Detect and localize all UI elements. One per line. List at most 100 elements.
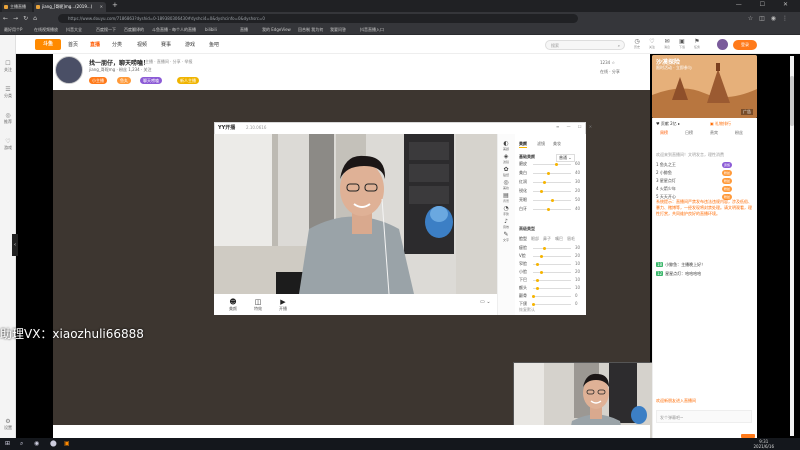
rank-tab[interactable]: 日榜 xyxy=(685,130,693,136)
slider-thumb[interactable] xyxy=(535,287,539,290)
slider-thumb[interactable] xyxy=(554,163,558,166)
beauty-slider[interactable] xyxy=(533,163,571,166)
gift-rank-link[interactable]: ▣ 礼物排行 xyxy=(710,121,731,127)
panel-tab[interactable]: 美妆 xyxy=(553,141,561,147)
room-tag-chip[interactable]: 聊天唠嗑 xyxy=(140,77,162,84)
beauty-slider[interactable] xyxy=(533,181,571,184)
slider-thumb[interactable] xyxy=(539,190,543,193)
room-tag-chip[interactable]: 小主播 xyxy=(89,77,107,84)
rail-item[interactable]: ◎ 推荐 xyxy=(0,112,16,125)
search-icon[interactable]: ⌕ xyxy=(20,438,23,450)
taskbar-clock[interactable]: 9:31 2021/6/16 xyxy=(753,438,774,449)
slider-thumb[interactable] xyxy=(535,279,539,282)
extension-icons[interactable]: ☆◫◉⋮ xyxy=(748,12,794,25)
nav-item[interactable]: 分类 xyxy=(112,41,122,48)
bookmark-item[interactable]: 我要问答 xyxy=(330,25,346,35)
recorder-side-item[interactable]: ✿ 贴纸 xyxy=(497,166,515,177)
panel-tab[interactable]: 滤镜 xyxy=(537,141,545,147)
forward-icon[interactable]: → xyxy=(13,15,23,22)
room-tag-chip[interactable]: 新人主播 xyxy=(177,77,199,84)
bitrate-toggle[interactable]: ▭ ⌄ xyxy=(480,299,491,305)
app-icon[interactable]: ⬤ xyxy=(50,438,57,450)
browser-icon[interactable]: ◉ xyxy=(34,438,39,450)
rank-row[interactable]: 3 星星点灯 xyxy=(656,178,676,184)
search-input[interactable]: 搜索 ⌕ xyxy=(545,40,625,50)
rank-tab[interactable]: 周榜 xyxy=(660,130,668,136)
shape-slider[interactable] xyxy=(533,287,571,290)
panel2-tab[interactable]: 鼻子 xyxy=(543,236,551,242)
room-tag-chip[interactable]: 鱼丸 xyxy=(117,77,131,84)
header-icon-0[interactable]: ◷ 历史 xyxy=(630,38,644,49)
bookmark-item[interactable]: 在线视频播放 xyxy=(34,25,58,35)
panel2-tab[interactable]: 眼部 xyxy=(531,236,539,242)
beauty-slider[interactable] xyxy=(533,190,571,193)
back-icon[interactable]: ← xyxy=(3,15,13,22)
shape-slider[interactable] xyxy=(533,271,571,274)
recorder-side-item[interactable]: ♪ 音效 xyxy=(497,218,515,229)
recorder-side-item[interactable]: ◐ 美颜 xyxy=(497,140,515,151)
nav-item[interactable]: 鱼吧 xyxy=(209,41,219,48)
beauty-slider[interactable] xyxy=(533,172,571,175)
close-tab-icon[interactable]: ✕ xyxy=(100,2,103,12)
header-icon-4[interactable]: ⚑ 任务 xyxy=(690,38,704,49)
slider-thumb[interactable] xyxy=(532,303,535,306)
header-icon-3[interactable]: ▣ 下载 xyxy=(675,38,689,49)
anchor-avatar[interactable] xyxy=(55,56,83,84)
preset-select[interactable]: 普通 ⌄ xyxy=(556,154,575,162)
chat-message[interactable]: 18 小鲸鱼：主播晚上好！ xyxy=(656,262,705,268)
site-logo[interactable]: 斗鱼 xyxy=(35,39,61,50)
bookmark-item[interactable]: bilibili xyxy=(205,25,217,35)
nav-item[interactable]: 视频 xyxy=(137,41,147,48)
bookmark-item[interactable]: 我的 EdgeView xyxy=(262,25,291,35)
ad-banner[interactable]: 沙漠探险 限时活动 · 立即参与 广告 xyxy=(652,55,757,118)
bookmark-item[interactable]: 最好用个P xyxy=(4,25,22,35)
bookmark-item[interactable]: 直播 xyxy=(240,25,248,35)
recorder-button-2[interactable]: ▶ 开播 xyxy=(272,298,294,312)
shape-slider[interactable] xyxy=(533,279,571,282)
rail-item[interactable]: ⚙ 设置 xyxy=(0,418,16,431)
rail-item[interactable]: ☐ 关注 xyxy=(0,60,16,73)
folder-icon[interactable]: ▣ xyxy=(64,438,70,450)
user-avatar[interactable] xyxy=(717,39,728,50)
header-icon-2[interactable]: ✉ 消息 xyxy=(660,38,674,49)
shape-slider[interactable] xyxy=(532,295,571,298)
rank-tab[interactable]: 贵宾 xyxy=(710,130,718,136)
bookmark-item[interactable]: 百度搜一下 xyxy=(96,25,116,35)
panel2-tab[interactable]: 眉毛 xyxy=(567,236,575,242)
chat-message[interactable]: 12 星星点灯：哈哈哈哈 xyxy=(656,271,701,277)
bookmark-item[interactable]: 回合制 我为何 xyxy=(298,25,323,35)
home-icon[interactable]: ⌂ xyxy=(33,15,42,22)
rank-row[interactable]: 1 鱼丸之王 xyxy=(656,162,676,168)
bookmark-item[interactable]: 斗鱼直播 - 每个人的直播 xyxy=(152,25,196,35)
panel2-tab[interactable]: 脸型 xyxy=(519,236,527,242)
shape-slider[interactable] xyxy=(533,263,571,266)
reset-button[interactable]: 恢复默认 xyxy=(519,307,535,313)
search-icon[interactable]: ⌕ xyxy=(618,41,620,50)
rank-row[interactable]: 4 火箭少年 xyxy=(656,186,676,192)
reload-icon[interactable]: ↻ xyxy=(23,15,33,22)
nav-item[interactable]: 直播 xyxy=(90,41,100,48)
slider-thumb[interactable] xyxy=(539,255,543,258)
recorder-side-item[interactable]: ✎ 文字 xyxy=(497,231,515,242)
bookmark-item[interactable]: 抖音直播入口 xyxy=(360,25,384,35)
recorder-window-controls[interactable]: ≡ — ☐ ✕ xyxy=(556,124,595,129)
recorder-button-0[interactable]: ☻ 美颜 xyxy=(222,298,244,312)
recorder-side-item[interactable]: ◔ 手势 xyxy=(497,205,515,216)
browser-tab-1[interactable]: 主播直播 xyxy=(2,2,32,12)
shape-slider[interactable] xyxy=(533,247,571,250)
nav-item[interactable]: 首页 xyxy=(68,41,78,48)
slider-thumb[interactable] xyxy=(532,295,535,298)
contribution-row[interactable]: ♥ 贡献 2亿 ▸ xyxy=(656,121,680,127)
url-input[interactable]: https://www.douyu.com/7186863?dyshid=0-1… xyxy=(58,14,578,23)
nav-item[interactable]: 赛事 xyxy=(161,41,171,48)
window-controls[interactable]: — ☐ ✕ xyxy=(736,1,796,8)
chat-input[interactable]: 发个弹幕吧~ xyxy=(656,410,752,423)
beauty-slider[interactable] xyxy=(533,199,571,202)
header-icon-1[interactable]: ♡ 关注 xyxy=(645,38,659,49)
new-tab-icon[interactable]: + xyxy=(112,1,118,9)
rank-row[interactable]: 2 小鲸鱼 xyxy=(656,170,672,176)
shape-slider[interactable] xyxy=(533,255,571,258)
nav-item[interactable]: 游戏 xyxy=(185,41,195,48)
shape-slider[interactable] xyxy=(532,303,571,306)
recorder-side-item[interactable]: ▤ 背景 xyxy=(497,192,515,203)
